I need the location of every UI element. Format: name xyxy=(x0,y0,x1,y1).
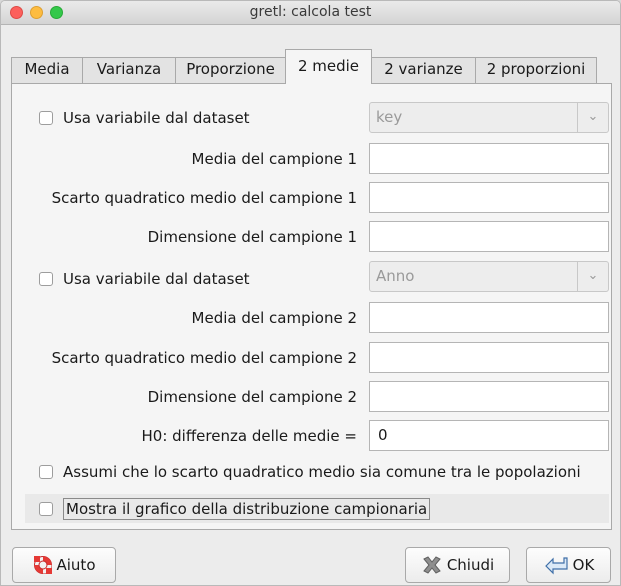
use-dataset-2-checkbox[interactable] xyxy=(39,272,53,286)
lifebuoy-icon xyxy=(33,555,53,575)
chevron-down-icon[interactable]: ⌄ xyxy=(577,262,608,291)
show-graph-checkbox[interactable] xyxy=(39,502,53,516)
h0-label: H0: differenza delle medie = xyxy=(141,427,357,445)
sd-2-input[interactable] xyxy=(369,342,609,373)
dialog-window: gretl: calcola test Media Varianza Propo… xyxy=(0,0,621,586)
common-sd-row[interactable]: Assumi che lo scarto quadratico medio si… xyxy=(39,463,581,481)
chevron-down-icon[interactable]: ⌄ xyxy=(577,103,608,132)
use-dataset-2-label: Usa variabile dal dataset xyxy=(63,270,250,288)
sd-1-input[interactable] xyxy=(369,182,609,213)
variable-2-combo[interactable]: Anno ⌄ xyxy=(369,261,609,292)
variable-1-combo-value: key xyxy=(376,108,403,126)
help-button[interactable]: Aiuto xyxy=(12,547,116,583)
tab-2-varianze[interactable]: 2 varianze xyxy=(371,57,476,83)
variable-1-combo[interactable]: key ⌄ xyxy=(369,102,609,133)
common-sd-label: Assumi che lo scarto quadratico medio si… xyxy=(63,463,581,481)
return-arrow-icon xyxy=(543,555,569,575)
show-graph-option[interactable]: Mostra il grafico della distribuzione ca… xyxy=(39,498,431,520)
size-1-label: Dimensione del campione 1 xyxy=(147,228,357,246)
title-bar[interactable]: gretl: calcola test xyxy=(1,1,620,25)
tab-varianza[interactable]: Varianza xyxy=(82,57,176,83)
use-dataset-1-checkbox[interactable] xyxy=(39,111,53,125)
size-1-input[interactable] xyxy=(369,221,609,252)
close-button-label: Chiudi xyxy=(446,556,495,574)
close-button[interactable]: Chiudi xyxy=(405,547,510,583)
close-icon xyxy=(421,555,443,575)
mean-2-label: Media del campione 2 xyxy=(191,309,357,327)
sd-2-label: Scarto quadratico medio del campione 2 xyxy=(51,349,357,367)
ok-button[interactable]: OK xyxy=(526,547,611,583)
ok-button-label: OK xyxy=(572,556,595,574)
size-2-input[interactable] xyxy=(369,381,609,412)
help-button-label: Aiuto xyxy=(56,556,96,574)
use-dataset-1-row[interactable]: Usa variabile dal dataset xyxy=(39,109,250,127)
tab-2-medie[interactable]: 2 medie xyxy=(285,49,372,84)
mean-1-label: Media del campione 1 xyxy=(191,150,357,168)
tab-media[interactable]: Media xyxy=(11,57,83,83)
variable-2-combo-value: Anno xyxy=(376,267,415,285)
h0-input[interactable]: 0 xyxy=(369,420,609,451)
tab-2-proporzioni[interactable]: 2 proporzioni xyxy=(475,57,597,83)
show-graph-label: Mostra il grafico della distribuzione ca… xyxy=(63,498,431,520)
use-dataset-1-label: Usa variabile dal dataset xyxy=(63,109,250,127)
common-sd-checkbox[interactable] xyxy=(39,465,53,479)
sd-1-label: Scarto quadratico medio del campione 1 xyxy=(51,189,357,207)
size-2-label: Dimensione del campione 2 xyxy=(147,388,357,406)
mean-2-input[interactable] xyxy=(369,302,609,333)
mean-1-input[interactable] xyxy=(369,143,609,174)
tab-proporzione[interactable]: Proporzione xyxy=(175,57,286,83)
use-dataset-2-row[interactable]: Usa variabile dal dataset xyxy=(39,270,250,288)
window-title: gretl: calcola test xyxy=(249,4,372,20)
